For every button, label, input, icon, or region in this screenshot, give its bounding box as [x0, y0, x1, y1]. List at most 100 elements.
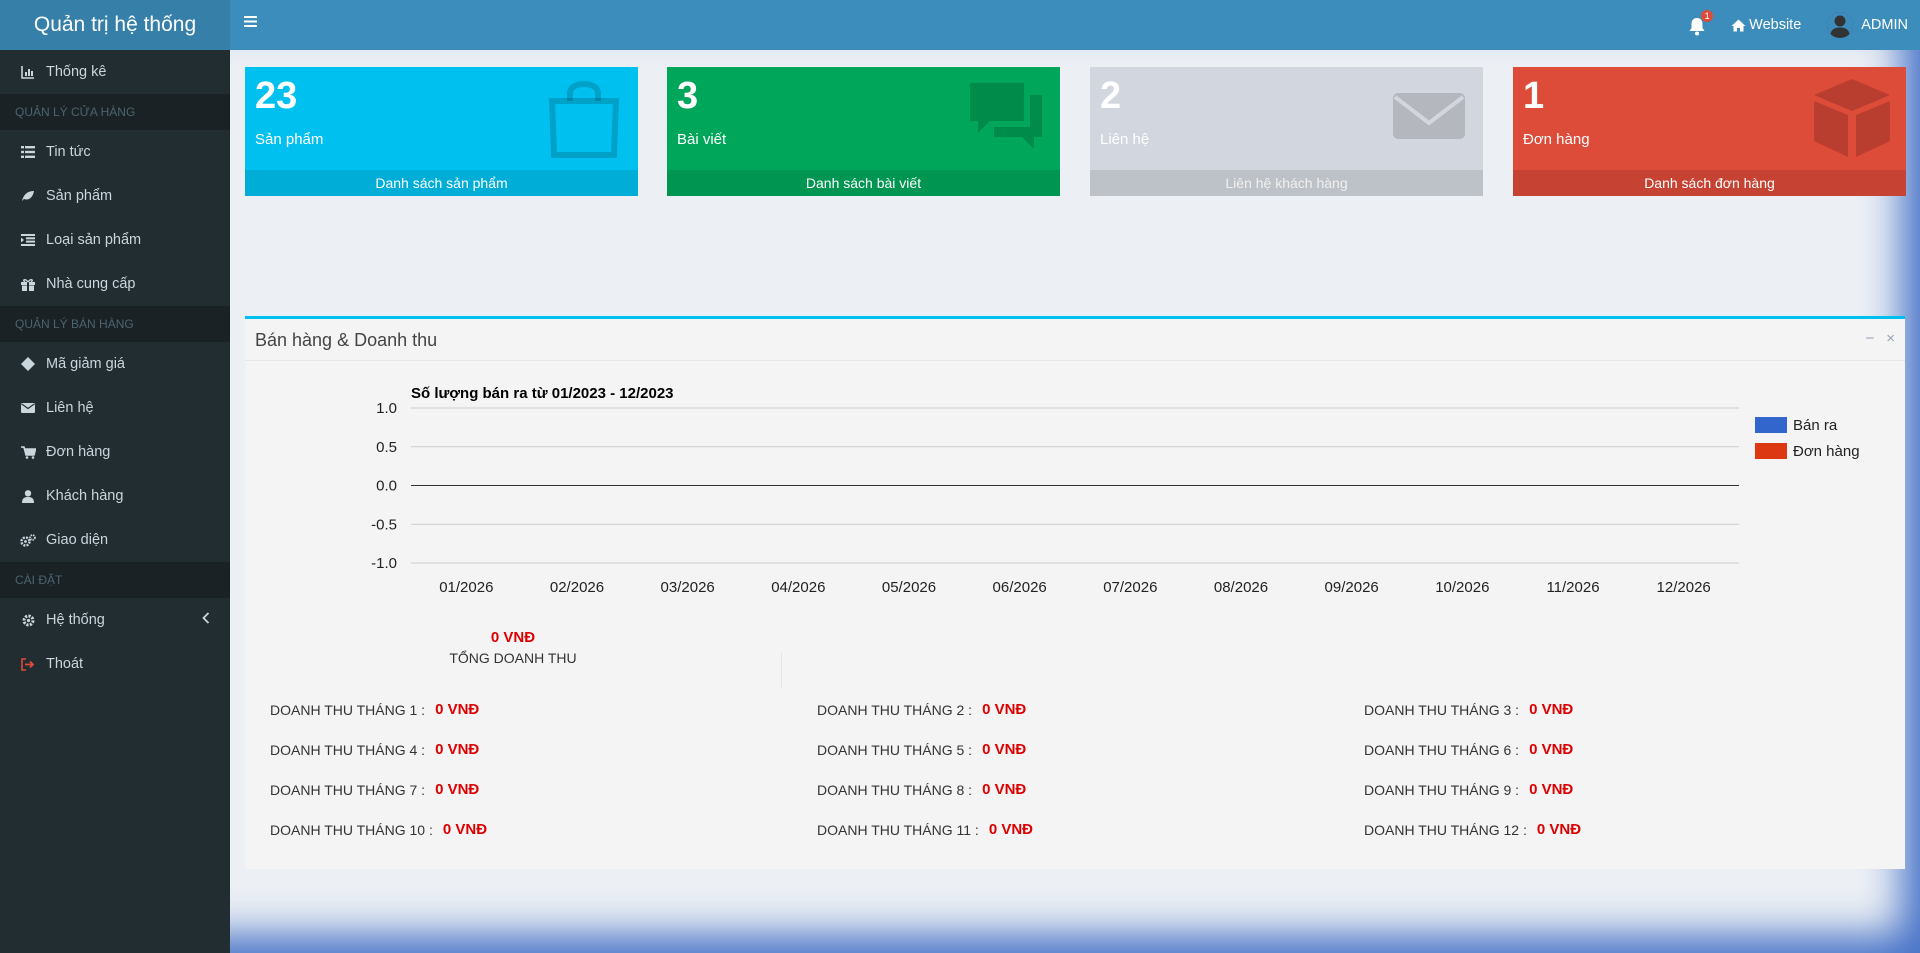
- monthly-revenue-value: 0 VNĐ: [1529, 741, 1574, 758]
- divider: [781, 653, 782, 689]
- panel-title: Bán hàng & Doanh thu: [255, 330, 438, 350]
- monthly-revenue-item: DOANH THU THÁNG 5 : 0 VNĐ: [817, 741, 1026, 758]
- monthly-revenue-label: DOANH THU THÁNG 10 :: [270, 821, 433, 838]
- notifications-button[interactable]: 1: [1685, 10, 1714, 37]
- stat-number: 23: [255, 75, 298, 117]
- monthly-revenue-item: DOANH THU THÁNG 3 : 0 VNĐ: [1364, 701, 1573, 718]
- monthly-revenue-label: DOANH THU THÁNG 5 :: [817, 741, 973, 758]
- chevron-left-icon[interactable]: [202, 612, 210, 628]
- sales-revenue-panel: Bán hàng & Doanh thu − × Số lượng bán ra…: [245, 316, 1905, 869]
- close-icon[interactable]: ×: [1886, 330, 1895, 347]
- sidebar-item-label: Mã giảm giá: [46, 356, 125, 372]
- monthly-revenue-item: DOANH THU THÁNG 1 : 0 VNĐ: [270, 701, 479, 718]
- monthly-revenue-label: DOANH THU THÁNG 6 :: [1364, 741, 1520, 758]
- minimize-icon[interactable]: −: [1865, 330, 1874, 347]
- stat-box-posts: 3 Bài viết Danh sách bài viết: [667, 67, 1060, 196]
- stat-footer-link[interactable]: Danh sách đơn hàng: [1513, 170, 1906, 196]
- sidebar-item-stats[interactable]: Thống kê: [0, 50, 230, 94]
- monthly-revenue-value: 0 VNĐ: [435, 741, 480, 758]
- x-tick-label: 11/2026: [1546, 579, 1599, 596]
- sidebar-item-categories[interactable]: Loại sản phẩm: [0, 218, 230, 262]
- sidebar-item-orders[interactable]: Đơn hàng: [0, 430, 230, 474]
- y-tick-label: -1.0: [371, 555, 397, 572]
- sidebar-item-label: Hệ thống: [46, 612, 105, 628]
- envelope-icon: [1387, 75, 1471, 164]
- sales-chart: Số lượng bán ra từ 01/2023 - 12/2023 1.0 0…: [371, 385, 1860, 596]
- monthly-revenue-value: 0 VNĐ: [1536, 821, 1582, 838]
- top-navbar: 1 Website ADMIN: [230, 0, 1920, 50]
- sidebar-item-products[interactable]: Sản phẩm: [0, 174, 230, 218]
- total-revenue-label: TỔNG DOANH THU: [449, 650, 577, 666]
- y-tick-label: -0.5: [371, 516, 397, 533]
- sidebar-item-logout[interactable]: Thoát: [0, 642, 230, 686]
- panel-header: Bán hàng & Doanh thu − ×: [245, 319, 1905, 361]
- user-menu[interactable]: ADMIN: [1827, 12, 1908, 38]
- indent-list-icon: [18, 234, 38, 246]
- monthly-revenue-value: 0 VNĐ: [982, 741, 1027, 758]
- monthly-revenue-value: 0 VNĐ: [988, 821, 1033, 838]
- total-revenue-value: 0 VNĐ: [490, 629, 536, 646]
- x-tick-label: 09/2026: [1325, 579, 1379, 596]
- legend-label: Đơn hàng: [1793, 443, 1860, 460]
- sidebar-item-news[interactable]: Tin tức: [0, 130, 230, 174]
- leaf-icon: [18, 190, 38, 202]
- legend-label: Bán ra: [1793, 417, 1838, 434]
- list-icon: [18, 146, 38, 158]
- sidebar-item-label: Liên hệ: [46, 400, 94, 416]
- stat-label: Liên hệ: [1100, 131, 1150, 148]
- sidebar-item-appearance[interactable]: Giao diện: [0, 518, 230, 562]
- sidebar-item-system[interactable]: Hệ thống: [0, 598, 230, 642]
- sidebar-item-coupons[interactable]: Mã giảm giá: [0, 342, 230, 386]
- website-link[interactable]: Website: [1731, 17, 1801, 33]
- monthly-revenue-label: DOANH THU THÁNG 1 :: [270, 701, 426, 718]
- y-tick-label: 0.0: [376, 478, 397, 495]
- sign-out-icon: [18, 657, 38, 671]
- x-tick-label: 05/2026: [882, 579, 936, 596]
- monthly-revenue-label: DOANH THU THÁNG 2 :: [817, 701, 973, 718]
- sidebar-section-store: QUẢN LÝ CỬA HÀNG: [0, 94, 230, 130]
- stat-number: 2: [1100, 75, 1122, 117]
- monthly-revenue-item: DOANH THU THÁNG 12 : 0 VNĐ: [1364, 821, 1581, 838]
- cogs-icon: [18, 533, 38, 547]
- sidebar-item-suppliers[interactable]: Nhà cung cấp: [0, 262, 230, 306]
- monthly-revenue-label: DOANH THU THÁNG 3 :: [1364, 701, 1520, 718]
- x-tick-label: 03/2026: [661, 579, 715, 596]
- monthly-revenue-value: 0 VNĐ: [982, 701, 1027, 718]
- x-tick-label: 02/2026: [550, 579, 604, 596]
- sidebar-item-customers[interactable]: Khách hàng: [0, 474, 230, 518]
- stat-box-orders: 1 Đơn hàng Danh sách đơn hàng: [1513, 67, 1906, 196]
- sidebar-item-label: Tin tức: [46, 144, 91, 160]
- sidebar-item-label: Sản phẩm: [46, 188, 113, 204]
- stat-number: 3: [677, 75, 699, 117]
- sidebar-item-label: Thoát: [46, 656, 84, 672]
- monthly-revenue-value: 0 VNĐ: [442, 821, 488, 838]
- monthly-revenue-item: DOANH THU THÁNG 8 : 0 VNĐ: [817, 781, 1026, 798]
- envelope-icon: [18, 403, 38, 413]
- notification-badge: 1: [1701, 10, 1714, 22]
- monthly-revenue-value: 0 VNĐ: [1529, 701, 1574, 718]
- stat-footer-link[interactable]: Liên hệ khách hàng: [1090, 170, 1483, 196]
- monthly-revenue-item: DOANH THU THÁNG 6 : 0 VNĐ: [1364, 741, 1573, 758]
- monthly-revenue-item: DOANH THU THÁNG 9 : 0 VNĐ: [1364, 781, 1573, 798]
- user-icon: [18, 489, 38, 503]
- chart-icon: [18, 65, 38, 79]
- y-tick-label: 1.0: [376, 400, 397, 417]
- hamburger-menu-icon[interactable]: [244, 15, 258, 33]
- user-name: ADMIN: [1861, 17, 1908, 33]
- monthly-revenue-label: DOANH THU THÁNG 8 :: [817, 781, 973, 798]
- total-revenue: 0 VNĐ TỔNG DOANH THU: [245, 629, 781, 666]
- brand-title[interactable]: Quản trị hệ thống: [0, 0, 230, 50]
- sidebar-item-contacts[interactable]: Liên hệ: [0, 386, 230, 430]
- x-tick-label: 01/2026: [439, 579, 493, 596]
- stat-footer-link[interactable]: Danh sách sản phẩm: [245, 170, 638, 196]
- app-window: Quản trị hệ thống Thống kê QUẢN LÝ CỬA H…: [0, 0, 1920, 953]
- monthly-revenue-value: 0 VNĐ: [1529, 781, 1574, 798]
- chart-title: Số lượng bán ra từ 01/2023 - 12/2023: [411, 385, 674, 402]
- x-tick-label: 06/2026: [993, 579, 1047, 596]
- monthly-revenue-label: DOANH THU THÁNG 4 :: [270, 741, 426, 758]
- stat-label: Sản phẩm: [255, 131, 324, 148]
- stat-footer-link[interactable]: Danh sách bài viết: [667, 170, 1060, 196]
- cart-icon: [18, 445, 38, 459]
- gear-icon: [18, 614, 38, 627]
- x-tick-label: 04/2026: [771, 579, 825, 596]
